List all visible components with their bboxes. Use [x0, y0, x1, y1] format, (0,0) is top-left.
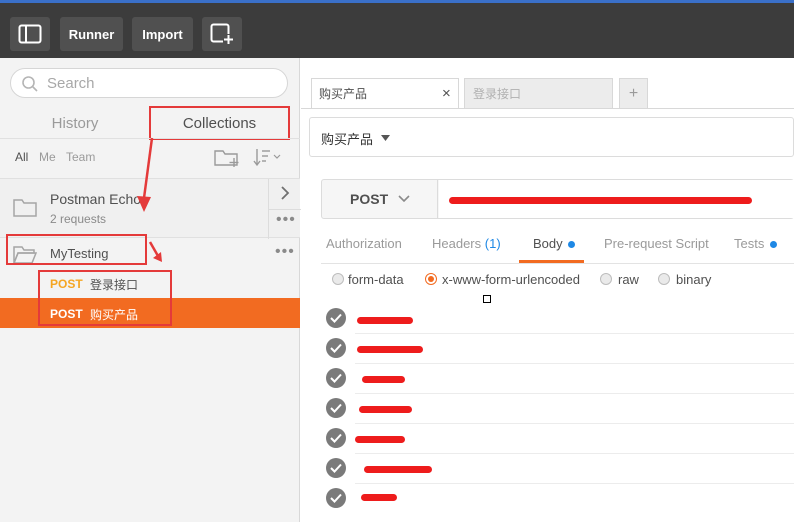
check-icon [330, 403, 342, 413]
radio-form-data[interactable] [332, 273, 344, 285]
tab-tests[interactable]: Tests [734, 236, 777, 251]
radio-binary[interactable] [658, 273, 670, 285]
param-row[interactable] [321, 334, 794, 364]
redaction-mark [359, 406, 412, 413]
url-bar: POST [321, 179, 794, 219]
checkbox-checked[interactable] [326, 398, 346, 418]
main-panel: 购买产品 × 登录接口 + 购买产品 POST Authorization He… [301, 58, 794, 522]
active-dot-icon [568, 241, 576, 249]
url-input[interactable] [439, 180, 794, 218]
method-label: POST [350, 191, 389, 207]
tab-request-label: 购买产品 [319, 87, 368, 101]
headers-count: (1) [484, 236, 501, 251]
tab-request-label: 登录接口 [473, 87, 522, 101]
tab-request[interactable]: 登录接口 [464, 78, 613, 108]
redaction-mark [355, 436, 405, 443]
tab-body[interactable]: Body [533, 236, 576, 251]
redaction-mark [361, 494, 397, 501]
tab-tests-label: Tests [734, 236, 765, 251]
check-icon [330, 313, 342, 323]
chevron-down-icon [398, 195, 410, 203]
close-icon[interactable]: × [442, 85, 451, 102]
redaction-mark [357, 317, 413, 324]
subtab-divider [321, 263, 794, 264]
radio-label: form-data [348, 272, 404, 287]
radio-label: binary [676, 272, 712, 287]
check-icon [330, 343, 342, 353]
tab-headers[interactable]: Headers (1) [432, 236, 501, 251]
checkbox-checked[interactable] [326, 368, 346, 388]
param-row[interactable] [321, 364, 794, 394]
redaction-mark [357, 346, 423, 353]
tab-body-label: Body [533, 236, 563, 251]
request-name-bar[interactable]: 购买产品 [309, 117, 794, 157]
checkbox-checked[interactable] [326, 428, 346, 448]
radio-label: raw [618, 272, 639, 287]
checkbox-checked[interactable] [326, 458, 346, 478]
tab-authorization[interactable]: Authorization [326, 236, 402, 251]
param-row[interactable] [321, 484, 794, 514]
radio-selected-dot [428, 276, 434, 282]
tab-bar-divider [301, 108, 794, 109]
app-window: Runner Import History Collection [0, 0, 794, 522]
param-row[interactable] [321, 424, 794, 454]
param-row[interactable] [321, 454, 794, 484]
check-icon [330, 493, 342, 503]
check-icon [330, 373, 342, 383]
radio-raw[interactable] [600, 273, 612, 285]
caret-down-icon [381, 135, 390, 141]
radio-label: x-www-form-urlencoded [442, 272, 580, 287]
redaction-mark [364, 466, 432, 473]
tab-request-active[interactable]: 购买产品 × [311, 78, 459, 108]
param-row[interactable] [321, 304, 794, 334]
redaction-mark [362, 376, 405, 383]
check-icon [330, 433, 342, 443]
check-icon [330, 463, 342, 473]
checkbox-checked[interactable] [326, 308, 346, 328]
radio-urlencoded[interactable] [425, 273, 437, 285]
cursor-marker [483, 295, 491, 303]
active-dot-icon [769, 241, 777, 249]
checkbox-checked[interactable] [326, 338, 346, 358]
method-select[interactable]: POST [322, 180, 438, 218]
request-title: 购买产品 [321, 132, 374, 147]
tab-prerequest[interactable]: Pre-request Script [604, 236, 709, 251]
new-tab-button[interactable]: + [619, 78, 648, 108]
tab-headers-label: Headers [432, 236, 482, 251]
plus-icon: + [628, 84, 639, 102]
checkbox-checked[interactable] [326, 488, 346, 508]
redaction-mark [449, 197, 752, 204]
param-row[interactable] [321, 394, 794, 424]
